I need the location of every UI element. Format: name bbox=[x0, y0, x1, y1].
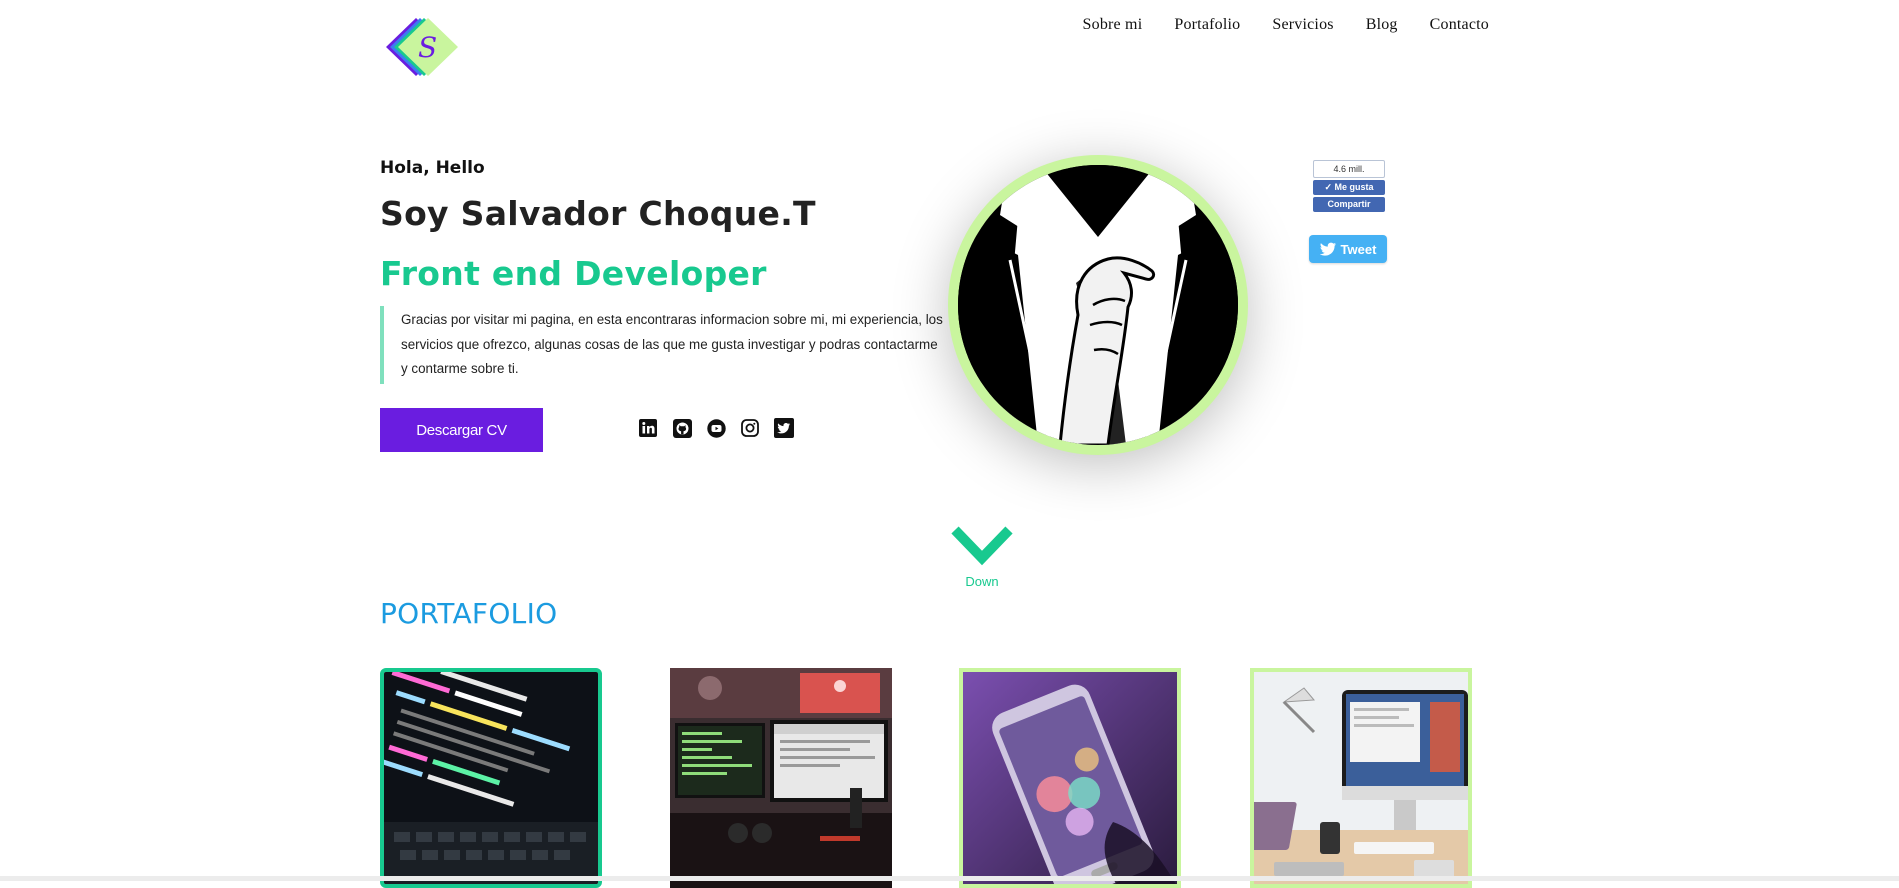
site-logo[interactable]: S bbox=[378, 16, 458, 78]
linkedin-icon[interactable] bbox=[638, 418, 658, 438]
svg-text:S: S bbox=[418, 31, 437, 64]
portfolio-card[interactable] bbox=[1250, 668, 1472, 888]
code-on-laptop-photo bbox=[384, 672, 598, 884]
facebook-like-button[interactable]: ✓ Me gusta bbox=[1313, 180, 1385, 195]
portfolio-title: PORTAFOLIO bbox=[380, 597, 558, 630]
scroll-down-label: Down bbox=[965, 574, 999, 589]
nav-portafolio[interactable]: Portafolio bbox=[1174, 16, 1240, 34]
nav-contacto[interactable]: Contacto bbox=[1430, 16, 1489, 34]
scroll-down-button[interactable]: Down bbox=[948, 524, 1016, 589]
youtube-icon[interactable] bbox=[706, 418, 726, 438]
github-icon[interactable] bbox=[672, 418, 692, 438]
like-count: 4.6 mill. bbox=[1313, 160, 1385, 178]
tweet-button[interactable]: Tweet bbox=[1309, 235, 1387, 263]
nav-blog[interactable]: Blog bbox=[1366, 16, 1398, 34]
download-cv-button[interactable]: Descargar CV bbox=[380, 408, 543, 452]
tweet-label: Tweet bbox=[1340, 241, 1377, 257]
profile-avatar bbox=[948, 155, 1248, 455]
greeting: Hola, Hello bbox=[380, 158, 485, 178]
intro-line: y contarme sobre ti. bbox=[401, 361, 519, 376]
intro-paragraph: Gracias por visitar mi pagina, en esta e… bbox=[380, 306, 961, 384]
chevron-down-icon bbox=[951, 526, 1013, 566]
facebook-share-button[interactable]: Compartir bbox=[1313, 197, 1385, 212]
portfolio-card[interactable] bbox=[959, 668, 1181, 888]
facebook-like-label: Me gusta bbox=[1334, 182, 1374, 192]
twitter-icon[interactable] bbox=[774, 418, 794, 438]
social-links bbox=[638, 418, 794, 438]
portfolio-card[interactable] bbox=[670, 668, 892, 888]
smartphone-bokeh-photo bbox=[963, 672, 1177, 884]
facebook-like-widget: 4.6 mill. ✓ Me gusta Compartir bbox=[1313, 160, 1385, 212]
dual-monitor-desk-photo bbox=[670, 668, 892, 888]
page-bottom-divider bbox=[0, 876, 1899, 881]
portfolio-card[interactable] bbox=[380, 668, 602, 888]
nav-servicios[interactable]: Servicios bbox=[1272, 16, 1333, 34]
intro-line: Gracias por visitar mi pagina, en esta e… bbox=[401, 312, 943, 327]
hero-name: Soy Salvador Choque.T bbox=[380, 194, 816, 233]
nav-sobre-mi[interactable]: Sobre mi bbox=[1083, 16, 1143, 34]
main-nav: Sobre mi Portafolio Servicios Blog Conta… bbox=[1083, 16, 1489, 34]
hero-role: Front end Developer bbox=[380, 254, 767, 293]
twitter-bird-icon bbox=[1319, 242, 1336, 256]
imac-workspace-photo bbox=[1254, 672, 1468, 884]
suit-and-tie-icon bbox=[958, 165, 1238, 445]
intro-line: servicios que ofrezco, algunas cosas de … bbox=[401, 336, 938, 352]
instagram-icon[interactable] bbox=[740, 418, 760, 438]
